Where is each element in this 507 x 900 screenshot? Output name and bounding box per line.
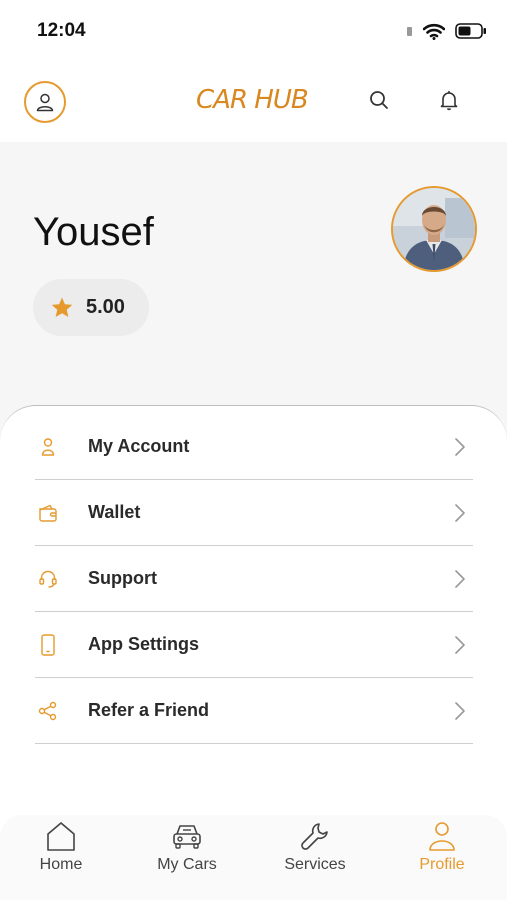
menu-label: Wallet — [88, 502, 141, 522]
search-button[interactable] — [367, 88, 391, 112]
chevron-right-icon — [455, 569, 465, 588]
notifications-button[interactable] — [437, 88, 461, 112]
wifi-icon — [423, 23, 445, 40]
user-name: Yousef — [33, 210, 154, 254]
menu-item-my-account[interactable]: My Account — [35, 414, 473, 480]
rating-value: 5.00 — [86, 296, 125, 318]
status-bar: 12:04 — [0, 0, 507, 60]
wallet-icon — [37, 502, 59, 524]
share-icon — [37, 700, 59, 722]
user-icon — [36, 93, 54, 112]
menu-sheet: My Account Wallet Support App Settings R… — [0, 405, 507, 825]
menu-list: My Account Wallet Support App Settings R… — [35, 414, 473, 744]
battery-icon — [455, 23, 486, 39]
tab-profile[interactable]: Profile — [387, 815, 497, 885]
chevron-right-icon — [455, 437, 465, 456]
menu-item-refer-a-friend[interactable]: Refer a Friend — [35, 678, 473, 744]
menu-item-wallet[interactable]: Wallet — [35, 480, 473, 546]
menu-item-support[interactable]: Support — [35, 546, 473, 612]
avatar[interactable] — [391, 186, 477, 272]
tab-my-cars[interactable]: My Cars — [132, 815, 242, 885]
chevron-right-icon — [455, 701, 465, 720]
user-icon — [429, 822, 455, 851]
signal-icon — [407, 27, 412, 36]
tab-services[interactable]: Services — [260, 815, 370, 885]
chevron-right-icon — [455, 635, 465, 654]
chevron-right-icon — [455, 503, 465, 522]
home-icon — [47, 822, 75, 851]
tab-label: Profile — [419, 856, 465, 873]
menu-label: App Settings — [88, 634, 199, 654]
status-icons — [407, 20, 487, 42]
logo-text: CAR HUB — [196, 85, 309, 115]
bottom-tab-bar: Home My Cars Services Profile — [0, 815, 507, 900]
menu-label: My Account — [88, 436, 190, 456]
menu-label: Support — [88, 568, 157, 588]
wrench-icon — [301, 823, 328, 850]
phone-icon — [37, 633, 59, 656]
headset-icon — [37, 568, 59, 590]
status-time: 12:04 — [37, 20, 86, 41]
car-icon — [173, 825, 201, 849]
app-header: CAR HUB — [0, 60, 507, 142]
app-logo: CAR HUB — [196, 82, 309, 118]
tab-label: Home — [39, 856, 83, 873]
rating-badge: 5.00 — [33, 279, 149, 336]
tab-home[interactable]: Home — [6, 815, 116, 885]
profile-summary: Yousef 5.00 — [0, 142, 507, 442]
tab-label: My Cars — [157, 856, 217, 873]
user-icon — [37, 436, 59, 458]
tab-label: Services — [284, 856, 346, 873]
star-icon — [51, 297, 73, 317]
avatar-photo — [393, 188, 475, 270]
profile-button[interactable] — [24, 81, 66, 123]
menu-label: Refer a Friend — [88, 700, 210, 720]
bell-icon — [440, 90, 458, 111]
menu-item-app-settings[interactable]: App Settings — [35, 612, 473, 678]
search-icon — [370, 91, 388, 109]
